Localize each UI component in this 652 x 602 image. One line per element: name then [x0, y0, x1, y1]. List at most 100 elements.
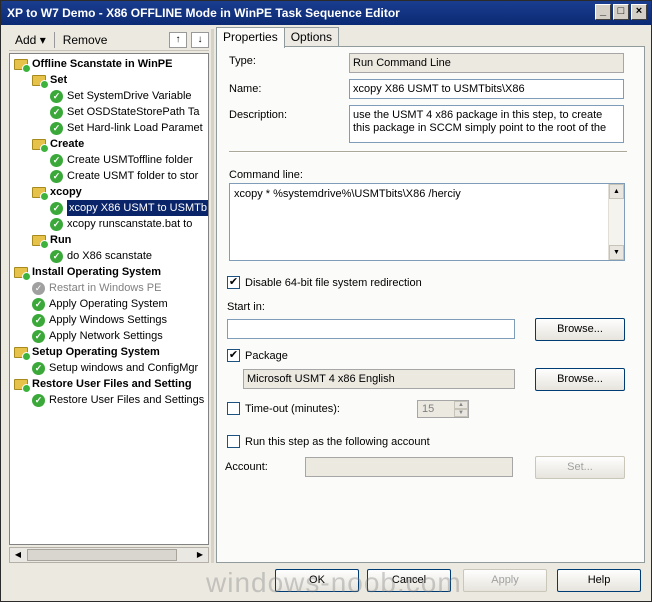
tree-group[interactable]: Create	[32, 136, 84, 153]
account-label: Account:	[225, 461, 268, 473]
step-check-icon: ✓	[32, 329, 45, 343]
tree-group[interactable]: Setup Operating System	[14, 344, 160, 361]
timeout-label: Time-out (minutes):	[245, 403, 340, 415]
tree-item-label: Apply Network Settings	[49, 330, 163, 342]
command-line-scrollbar[interactable]: ▲ ▼	[608, 184, 624, 260]
tree-item-label: Set Hard-link Load Paramet	[67, 122, 203, 134]
tree-item-label: Restart in Windows PE	[49, 282, 162, 294]
property-tabs: Properties Options	[216, 27, 340, 48]
tree-item-label: Setup Operating System	[32, 346, 160, 358]
tree-group[interactable]: xcopy	[32, 184, 82, 201]
command-line-field[interactable]: xcopy * %systemdrive%\USMTbits\X86 /herc…	[229, 183, 625, 261]
folder-icon	[32, 74, 49, 89]
start-in-field[interactable]	[227, 319, 515, 339]
add-menu-button[interactable]: Add ▾	[9, 33, 52, 47]
ok-button[interactable]: OK	[275, 569, 359, 592]
tree-item-label: Restore User Files and Setting	[32, 378, 192, 390]
step-check-icon: ✓	[50, 201, 63, 215]
package-checkbox[interactable]: ✔	[227, 349, 240, 362]
name-field[interactable]: xcopy X86 USMT to USMTbits\X86	[349, 79, 624, 99]
name-label: Name:	[229, 83, 262, 95]
maximize-button[interactable]: □	[613, 4, 629, 20]
scroll-thumb[interactable]	[27, 549, 177, 561]
stepper-down-icon[interactable]: ▼	[454, 409, 468, 417]
section-divider	[229, 151, 627, 153]
stepper-up-icon[interactable]: ▲	[454, 401, 468, 409]
tree-step[interactable]: ✓ Restart in Windows PE	[32, 280, 161, 296]
tree-step[interactable]: ✓ do X86 scanstate	[50, 248, 152, 264]
task-sequence-tree[interactable]: Offline Scanstate in WinPE Set ✓ Set System…	[9, 53, 209, 545]
move-down-icon[interactable]: ↓	[191, 31, 209, 48]
scroll-up-icon[interactable]: ▲	[609, 184, 624, 199]
timeout-stepper[interactable]: 15 ▲ ▼	[417, 400, 469, 418]
tree-step[interactable]: ✓ Create USMT folder to stor	[50, 168, 198, 184]
tree-horizontal-scrollbar[interactable]: ◀ ▶	[9, 547, 209, 563]
tree-item-label: Set SystemDrive Variable	[67, 90, 192, 102]
tree-item-label: Create USMT folder to stor	[67, 170, 199, 182]
tree-step[interactable]: ✓ Setup windows and ConfigMgr	[32, 360, 198, 376]
steps-pane: Add ▾ Remove ↑ ↓ Offline Scanstate in Wi…	[9, 29, 209, 563]
tree-group[interactable]: Offline Scanstate in WinPE	[14, 56, 172, 73]
tree-step[interactable]: ✓ Apply Network Settings	[32, 328, 163, 344]
tree-step[interactable]: ✓ Set OSDStateStorePath Ta	[50, 104, 199, 120]
apply-button[interactable]: Apply	[463, 569, 547, 592]
command-line-text: xcopy * %systemdrive%\USMTbits\X86 /herc…	[234, 188, 461, 200]
help-button[interactable]: Help	[557, 569, 641, 592]
tree-item-label: xcopy	[50, 186, 82, 198]
folder-icon	[14, 266, 31, 281]
account-field	[305, 457, 513, 477]
description-field[interactable]: use the USMT 4 x86 package in this step,…	[349, 105, 624, 143]
remove-button[interactable]: Remove	[57, 33, 114, 47]
tree-step[interactable]: ✓ Apply Windows Settings	[32, 312, 167, 328]
tree-group[interactable]: Restore User Files and Setting	[14, 376, 192, 393]
type-field: Run Command Line	[349, 53, 624, 73]
tree-item-label: Setup windows and ConfigMgr	[49, 362, 199, 374]
disable-redirection-checkbox[interactable]: ✔	[227, 276, 240, 289]
step-check-icon: ✓	[50, 169, 63, 183]
tree-step[interactable]: ✓ Create USMToffline folder	[50, 152, 193, 168]
move-up-icon[interactable]: ↑	[169, 31, 187, 48]
tree-group[interactable]: Set	[32, 72, 67, 89]
scroll-right-icon[interactable]: ▶	[192, 548, 208, 562]
step-check-icon: ✓	[32, 297, 45, 311]
step-check-icon: ✓	[50, 249, 63, 263]
tree-item-label: Install Operating System	[32, 266, 161, 278]
start-in-browse-button[interactable]: Browse...	[535, 318, 625, 341]
run-as-label: Run this step as the following account	[245, 436, 430, 448]
scroll-down-icon[interactable]: ▼	[609, 245, 624, 260]
properties-panel: Type: Run Command Line Name: xcopy X86 U…	[216, 46, 645, 563]
tree-step[interactable]: ✓ Restore User Files and Settings	[32, 392, 204, 408]
tree-step[interactable]: ✓ Set SystemDrive Variable	[50, 88, 192, 104]
package-browse-button[interactable]: Browse...	[535, 368, 625, 391]
run-as-checkbox[interactable]	[227, 435, 240, 448]
folder-icon	[14, 346, 31, 361]
step-check-icon: ✓	[50, 217, 63, 231]
tree-step[interactable]: ✓ xcopy X86 USMT to USMTb	[50, 200, 208, 216]
folder-icon	[32, 138, 49, 153]
timeout-checkbox[interactable]	[227, 402, 240, 415]
close-button[interactable]: ×	[631, 4, 647, 20]
start-in-label: Start in:	[227, 301, 265, 313]
tree-item-label: Apply Operating System	[49, 298, 168, 310]
tree-item-label: xcopy runscanstate.bat to	[67, 218, 193, 230]
task-sequence-editor-window: XP to W7 Demo - X86 OFFLINE Mode in WinP…	[0, 0, 652, 602]
folder-icon	[32, 186, 49, 201]
tab-properties[interactable]: Properties	[216, 27, 285, 48]
tab-options[interactable]: Options	[283, 27, 340, 47]
tree-group[interactable]: Install Operating System	[14, 264, 161, 281]
tree-group[interactable]: Run	[32, 232, 71, 249]
package-field: Microsoft USMT 4 x86 English	[243, 369, 515, 389]
cancel-button[interactable]: Cancel	[367, 569, 451, 592]
pane-splitter[interactable]	[211, 29, 214, 563]
tree-step[interactable]: ✓ Set Hard-link Load Paramet	[50, 120, 203, 136]
scroll-left-icon[interactable]: ◀	[10, 548, 26, 562]
tree-step[interactable]: ✓ xcopy runscanstate.bat to	[50, 216, 192, 232]
set-account-button[interactable]: Set...	[535, 456, 625, 479]
minimize-button[interactable]: _	[595, 4, 611, 20]
tree-item-label: Apply Windows Settings	[49, 314, 167, 326]
window-controls: _ □ ×	[595, 4, 647, 20]
tree-step[interactable]: ✓ Apply Operating System	[32, 296, 168, 312]
timeout-value: 15	[422, 403, 435, 415]
description-label: Description:	[229, 109, 288, 121]
command-line-label: Command line:	[229, 169, 303, 181]
